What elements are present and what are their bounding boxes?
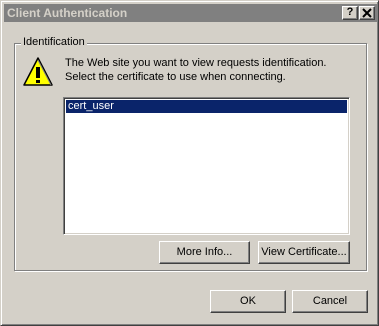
more-info-label: More Info... (176, 246, 233, 258)
ok-button[interactable]: OK (210, 290, 286, 313)
close-button[interactable] (359, 6, 375, 20)
title-bar[interactable]: Client Authentication ? (4, 4, 377, 22)
cancel-label: Cancel (312, 295, 348, 307)
view-certificate-label: View Certificate... (261, 246, 347, 258)
more-info-button[interactable]: More Info... (159, 241, 250, 264)
client-authentication-dialog: Client Authentication ? Identification T… (0, 0, 379, 326)
certificate-listbox[interactable]: cert_user (63, 97, 350, 235)
identification-group-label: Identification (21, 36, 87, 49)
close-icon (362, 8, 372, 18)
message-line-1: The Web site you want to view requests i… (65, 57, 327, 69)
request-message: The Web site you want to view requests i… (65, 56, 355, 84)
certificate-list-item[interactable]: cert_user (66, 100, 347, 113)
help-button[interactable]: ? (342, 6, 358, 20)
view-certificate-button[interactable]: View Certificate... (258, 241, 350, 264)
cancel-button[interactable]: Cancel (292, 290, 368, 313)
message-line-2: Select the certificate to use when conne… (65, 71, 286, 83)
ok-label: OK (240, 295, 256, 307)
dialog-title: Client Authentication (7, 6, 128, 20)
warning-icon (23, 57, 53, 86)
